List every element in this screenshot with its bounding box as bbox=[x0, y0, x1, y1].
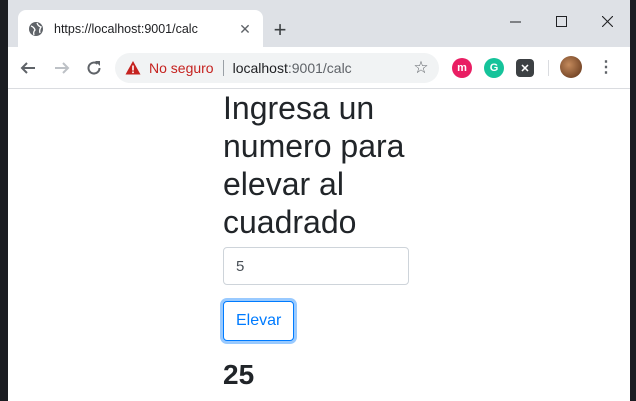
browser-titlebar: https://localhost:9001/calc ✕ + bbox=[8, 0, 630, 47]
browser-tab[interactable]: https://localhost:9001/calc ✕ bbox=[18, 10, 263, 47]
maximize-button[interactable] bbox=[538, 8, 584, 34]
extension-x-icon[interactable]: ✕ bbox=[516, 59, 534, 77]
url-host: localhost bbox=[232, 60, 288, 76]
background-editor-strip bbox=[0, 0, 8, 401]
reload-icon bbox=[87, 61, 101, 75]
tab-close-icon[interactable]: ✕ bbox=[237, 21, 253, 37]
minimize-button[interactable] bbox=[492, 8, 538, 34]
back-arrow-icon bbox=[20, 62, 35, 74]
url-path: :9001/calc bbox=[287, 60, 352, 76]
toolbar-separator bbox=[548, 60, 549, 76]
address-bar[interactable]: No seguro localhost:9001/calc ☆ bbox=[115, 53, 439, 83]
warning-icon[interactable] bbox=[125, 60, 141, 76]
number-input[interactable]: 5 bbox=[223, 247, 409, 285]
profile-avatar[interactable] bbox=[560, 56, 582, 78]
elevar-button[interactable]: Elevar bbox=[223, 301, 295, 341]
insecure-label[interactable]: No seguro bbox=[149, 60, 214, 76]
result-value: 25 bbox=[223, 359, 255, 390]
reload-button[interactable] bbox=[82, 56, 106, 80]
forward-button[interactable] bbox=[50, 56, 74, 80]
bookmark-star-icon[interactable]: ☆ bbox=[411, 58, 431, 78]
extension-m-icon[interactable]: m bbox=[452, 58, 472, 78]
calc-form: Ingresa un numero para elevar al cuadrad… bbox=[223, 89, 423, 391]
new-tab-button[interactable]: + bbox=[270, 19, 290, 41]
close-window-button[interactable] bbox=[584, 8, 630, 34]
background-editor-right bbox=[630, 0, 636, 401]
forward-arrow-icon bbox=[55, 62, 70, 74]
back-button[interactable] bbox=[16, 56, 40, 80]
browser-window: https://localhost:9001/calc ✕ + No segur… bbox=[8, 0, 630, 401]
browser-toolbar: No seguro localhost:9001/calc ☆ m G ✕ ⋮ bbox=[8, 47, 630, 89]
page-viewport: Ingresa un numero para elevar al cuadrad… bbox=[8, 89, 630, 401]
tab-title: https://localhost:9001/calc bbox=[54, 21, 198, 36]
browser-menu-icon[interactable]: ⋮ bbox=[596, 58, 616, 78]
address-separator bbox=[222, 60, 224, 76]
extension-grammarly-icon[interactable]: G bbox=[484, 58, 504, 78]
page-heading: Ingresa un numero para elevar al cuadrad… bbox=[223, 90, 405, 240]
globe-icon bbox=[28, 21, 44, 37]
